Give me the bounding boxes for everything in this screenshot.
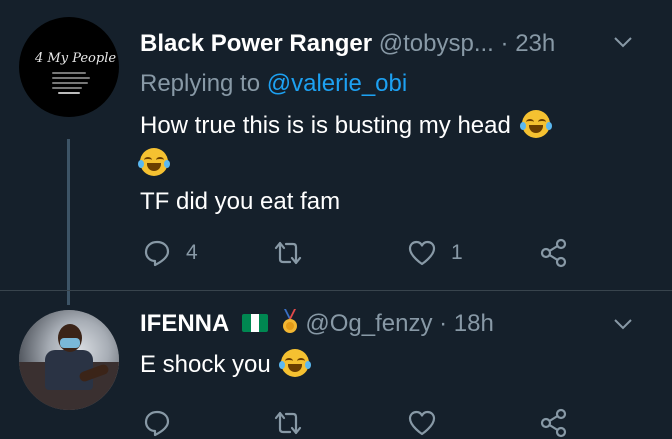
tweet-text-line: TF did you eat fam xyxy=(140,188,341,215)
retweet-icon xyxy=(274,411,302,435)
replying-to-label: Replying to xyxy=(140,70,261,97)
reply-icon xyxy=(144,240,170,267)
heart-icon xyxy=(408,240,436,266)
user-handle[interactable]: @Og_fenzy xyxy=(305,310,432,337)
nigeria-flag-icon xyxy=(242,314,269,332)
share-icon xyxy=(540,238,567,268)
tweet-text-line: E shock you xyxy=(140,351,271,378)
avatar[interactable]: 4 My People xyxy=(19,17,119,117)
display-name[interactable]: Black Power Ranger xyxy=(140,30,372,57)
reply-icon xyxy=(144,410,170,437)
medal-icon xyxy=(282,309,297,333)
like-count: 1 xyxy=(451,241,463,264)
user-handle[interactable]: @tobysp... xyxy=(379,30,494,57)
share-button[interactable] xyxy=(539,238,569,268)
face-with-tears-of-joy-icon xyxy=(519,110,552,138)
share-icon xyxy=(540,408,567,438)
retweet-button[interactable] xyxy=(273,238,317,268)
display-name[interactable]: IFENNA xyxy=(140,310,229,337)
like-button[interactable] xyxy=(407,408,451,438)
share-button[interactable] xyxy=(539,408,569,438)
avatar[interactable] xyxy=(19,310,119,410)
face-with-tears-of-joy-icon xyxy=(279,349,312,377)
tweet-text: E shock you xyxy=(140,346,312,384)
like-button[interactable]: 1 xyxy=(407,238,463,268)
separator-dot: · xyxy=(500,30,509,57)
tweet-text: How true this is is busting my head TF d… xyxy=(138,107,640,221)
tweet[interactable]: 4 My People Black Power Ranger @tobysp..… xyxy=(0,0,672,305)
thread-connector-line xyxy=(67,139,70,305)
heart-icon xyxy=(408,410,436,436)
chevron-down-icon[interactable] xyxy=(611,30,635,54)
retweet-icon xyxy=(274,241,302,265)
retweet-button[interactable] xyxy=(273,408,317,438)
separator-dot: · xyxy=(439,310,448,337)
avatar-caption: 4 My People xyxy=(35,51,117,66)
tweet[interactable]: IFENNA @Og_fenzy · 18h E shock you xyxy=(0,290,672,439)
tweet-text-line: How true this is is busting my head xyxy=(140,112,511,139)
reply-count: 4 xyxy=(186,241,198,264)
face-with-tears-of-joy-icon xyxy=(138,148,170,176)
avatar-text-lines xyxy=(52,72,92,97)
timestamp[interactable]: 18h xyxy=(454,310,494,337)
mention-link[interactable]: @valerie_obi xyxy=(267,70,407,97)
reply-button[interactable] xyxy=(142,408,186,438)
reply-button[interactable]: 4 xyxy=(142,238,198,268)
tweet-header: Black Power Ranger @tobysp... · 23h xyxy=(140,30,555,58)
timestamp[interactable]: 23h xyxy=(515,30,555,57)
tweet-header: IFENNA @Og_fenzy · 18h xyxy=(140,309,494,338)
replying-to: Replying to @valerie_obi xyxy=(140,70,407,98)
chevron-down-icon[interactable] xyxy=(611,312,635,336)
